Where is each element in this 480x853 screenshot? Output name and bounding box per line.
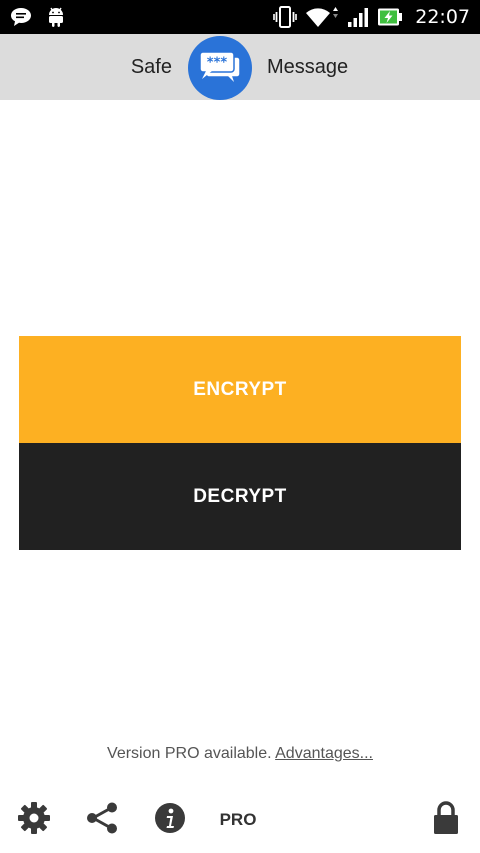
- gear-icon: [17, 801, 51, 840]
- status-left: [10, 4, 66, 30]
- app-logo: ***: [188, 36, 252, 100]
- signal-icon: [347, 6, 369, 28]
- info-button[interactable]: [152, 797, 188, 843]
- android-icon: [46, 6, 66, 28]
- wifi-icon: [305, 6, 339, 28]
- settings-button[interactable]: [16, 797, 52, 843]
- header-title-left: Safe: [130, 56, 172, 78]
- lock-icon: [431, 800, 461, 841]
- message-icon: [10, 7, 32, 27]
- pro-button[interactable]: PRO: [216, 797, 260, 843]
- share-button[interactable]: [84, 797, 120, 843]
- status-bar: 22:07: [0, 0, 480, 34]
- header-title-right: Message: [267, 56, 349, 78]
- chat-bubbles-icon: ***: [198, 49, 242, 88]
- advantages-link[interactable]: Advantages...: [275, 745, 373, 762]
- battery-charging-icon: [377, 7, 403, 27]
- pro-notice-text: Version PRO available.: [107, 745, 272, 762]
- share-icon: [85, 801, 119, 840]
- lock-button[interactable]: [428, 797, 464, 843]
- status-right: 22:07: [273, 4, 470, 30]
- status-time: 22:07: [415, 6, 470, 28]
- decrypt-button[interactable]: DECRYPT: [19, 443, 461, 550]
- pro-notice: Version PRO available. Advantages...: [0, 745, 480, 763]
- screen: 22:07 Safe Message *** ENCRYPT DECRYPT V…: [0, 0, 480, 853]
- logo-text: ***: [207, 55, 228, 70]
- vibrate-icon: [273, 6, 298, 28]
- info-icon: [154, 802, 186, 839]
- bottom-toolbar: PRO: [0, 797, 480, 843]
- encrypt-button[interactable]: ENCRYPT: [19, 336, 461, 443]
